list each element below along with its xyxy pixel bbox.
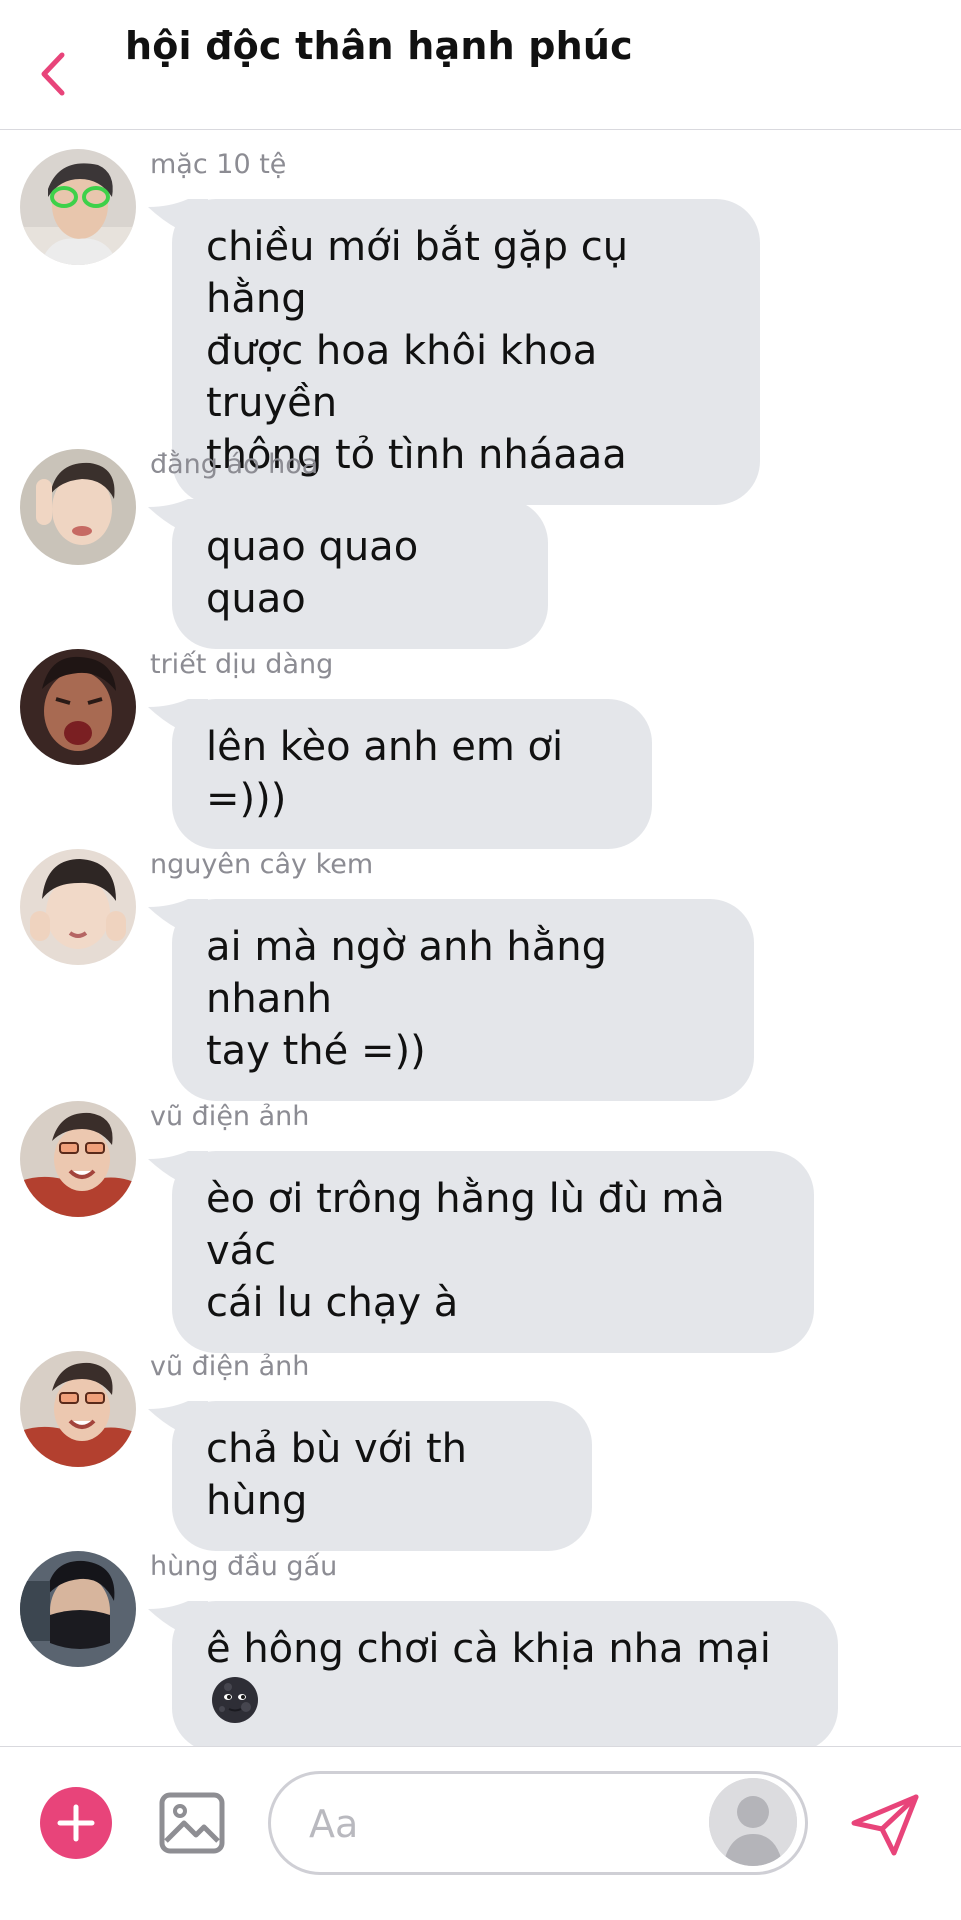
- sender-name: nguyên cây kem: [150, 849, 374, 880]
- message-bubble[interactable]: èo ơi trông hằng lù đù mà vác cái lu chạ…: [172, 1151, 814, 1353]
- avatar[interactable]: [20, 449, 136, 565]
- message-bubble[interactable]: ê hông chơi cà khịa nha mại: [172, 1601, 838, 1746]
- sender-name: mặc 10 tệ: [150, 149, 287, 180]
- message-bubble[interactable]: chả bù với th hùng: [172, 1401, 592, 1551]
- profile-button[interactable]: [709, 1778, 797, 1866]
- avatar[interactable]: [20, 649, 136, 765]
- add-button[interactable]: [40, 1787, 112, 1859]
- back-button[interactable]: [30, 45, 80, 103]
- chat-header: hội độc thân hạnh phúc: [0, 0, 961, 130]
- sender-name: vũ điện ảnh: [150, 1101, 310, 1132]
- gallery-button[interactable]: [158, 1789, 226, 1857]
- message-bubble[interactable]: quao quao quao: [172, 499, 548, 649]
- chat-title[interactable]: hội độc thân hạnh phúc: [125, 24, 633, 68]
- avatar[interactable]: [20, 1351, 136, 1467]
- message-bubble[interactable]: ai mà ngờ anh hằng nhanh tay thé =)): [172, 899, 754, 1101]
- send-icon: [851, 1794, 919, 1856]
- message-input[interactable]: [307, 1798, 671, 1850]
- new-moon-face-emoji: [212, 1677, 258, 1723]
- sender-name: triết dịu dàng: [150, 649, 334, 680]
- sender-name: đằng áo hoa: [150, 449, 319, 480]
- message-text: ê hông chơi cà khịa nha mại: [206, 1626, 771, 1672]
- send-button[interactable]: [848, 1791, 922, 1859]
- profile-icon: [709, 1778, 797, 1866]
- avatar[interactable]: [20, 149, 136, 265]
- plus-icon: [57, 1804, 95, 1842]
- avatar[interactable]: [20, 1551, 136, 1667]
- image-icon: [159, 1792, 225, 1854]
- avatar[interactable]: [20, 1101, 136, 1217]
- avatar[interactable]: [20, 849, 136, 965]
- message-bubble[interactable]: lên kèo anh em ơi =))): [172, 699, 652, 849]
- composer-bar: [0, 1746, 961, 1920]
- message-list[interactable]: mặc 10 tệ chiều mới bắt gặp cụ hằng được…: [0, 131, 961, 1746]
- sender-name: hùng đầu gấu: [150, 1551, 338, 1582]
- sender-name: vũ điện ảnh: [150, 1351, 310, 1382]
- chevron-left-icon: [41, 52, 65, 96]
- message-input-box[interactable]: [268, 1771, 808, 1875]
